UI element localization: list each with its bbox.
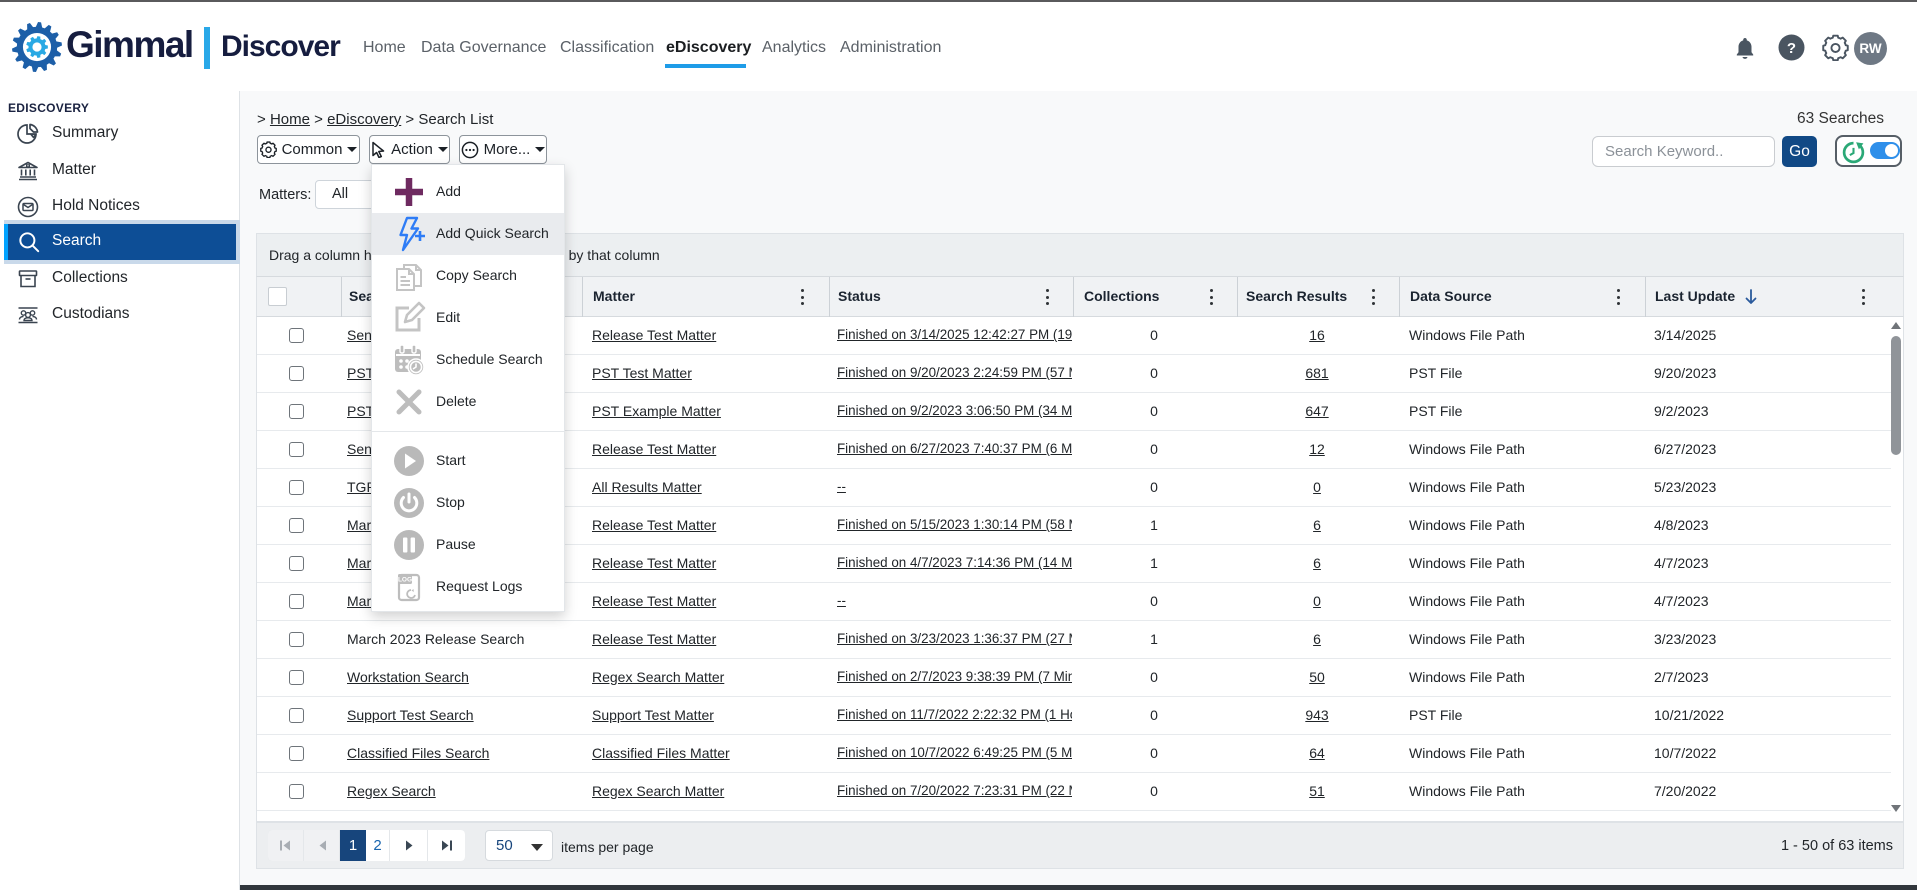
svg-text:?: ? bbox=[1787, 40, 1796, 57]
svg-text:LOG: LOG bbox=[398, 577, 412, 584]
